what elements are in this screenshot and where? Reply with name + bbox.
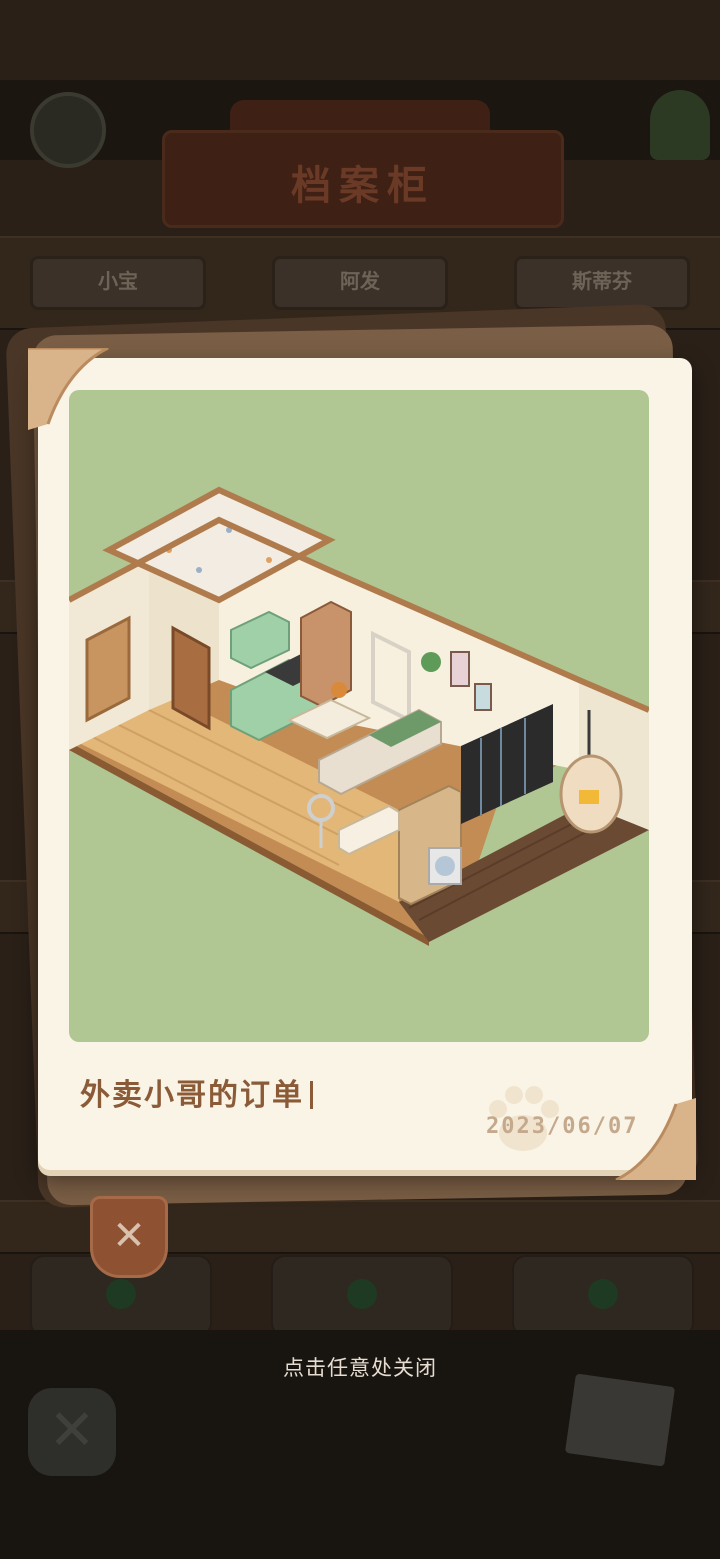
coin-icon	[30, 92, 106, 168]
photo-date: 2023/06/07	[486, 1114, 639, 1139]
tab-afa[interactable]: 阿发	[272, 256, 448, 310]
bg-close-icon: ✕	[28, 1388, 116, 1476]
photo-caption: 外卖小哥的订单	[80, 1070, 313, 1114]
archive-title: 档案柜	[291, 163, 435, 209]
bg-file-card	[271, 1255, 453, 1337]
note-icon	[564, 1373, 676, 1467]
close-button[interactable]: ✕	[90, 1196, 168, 1278]
tap-anywhere-to-close-hint[interactable]: 点击任意处关闭	[0, 1352, 720, 1382]
photo-card[interactable]: 外卖小哥的订单 2023/06/07	[28, 348, 696, 1180]
close-icon: ✕	[112, 1213, 146, 1259]
text-cursor	[310, 1081, 313, 1109]
tab-xiaobao[interactable]: 小宝	[30, 256, 206, 310]
bg-file-card	[512, 1255, 694, 1337]
tab-stephen[interactable]: 斯蒂芬	[514, 256, 690, 310]
room-illustration-icon	[69, 486, 649, 946]
archive-sign: 档案柜	[162, 130, 564, 228]
room-photo	[69, 390, 649, 1042]
plant-icon	[650, 90, 710, 160]
caption-text: 外卖小哥的订单	[80, 1078, 304, 1113]
